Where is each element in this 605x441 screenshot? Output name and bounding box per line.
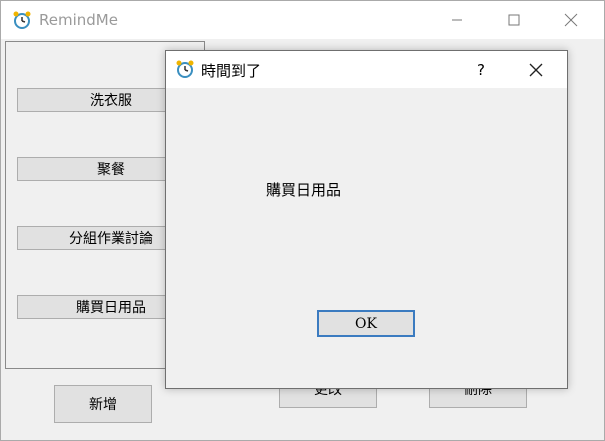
window-close-button[interactable] xyxy=(548,1,594,39)
alarm-clock-icon xyxy=(176,60,194,78)
maximize-icon xyxy=(508,14,520,26)
ok-button[interactable]: OK xyxy=(317,310,415,337)
maximize-button[interactable] xyxy=(491,1,537,39)
app-title: RemindMe xyxy=(39,11,118,29)
alarm-clock-icon xyxy=(13,11,31,29)
alarm-dialog: 時間到了 ? 購買日用品 OK xyxy=(165,50,568,389)
minimize-icon xyxy=(452,19,462,21)
dialog-close-button[interactable] xyxy=(516,51,556,88)
close-icon xyxy=(529,63,543,76)
minimize-button[interactable] xyxy=(434,1,480,39)
dialog-message: 購買日用品 xyxy=(266,181,342,199)
add-button[interactable]: 新增 xyxy=(54,385,152,423)
close-icon xyxy=(564,13,578,27)
title-bar[interactable]: RemindMe xyxy=(1,1,604,39)
dialog-title: 時間到了 xyxy=(201,62,262,80)
dialog-title-bar[interactable]: 時間到了 ? xyxy=(166,51,567,88)
help-button[interactable]: ? xyxy=(466,51,496,88)
